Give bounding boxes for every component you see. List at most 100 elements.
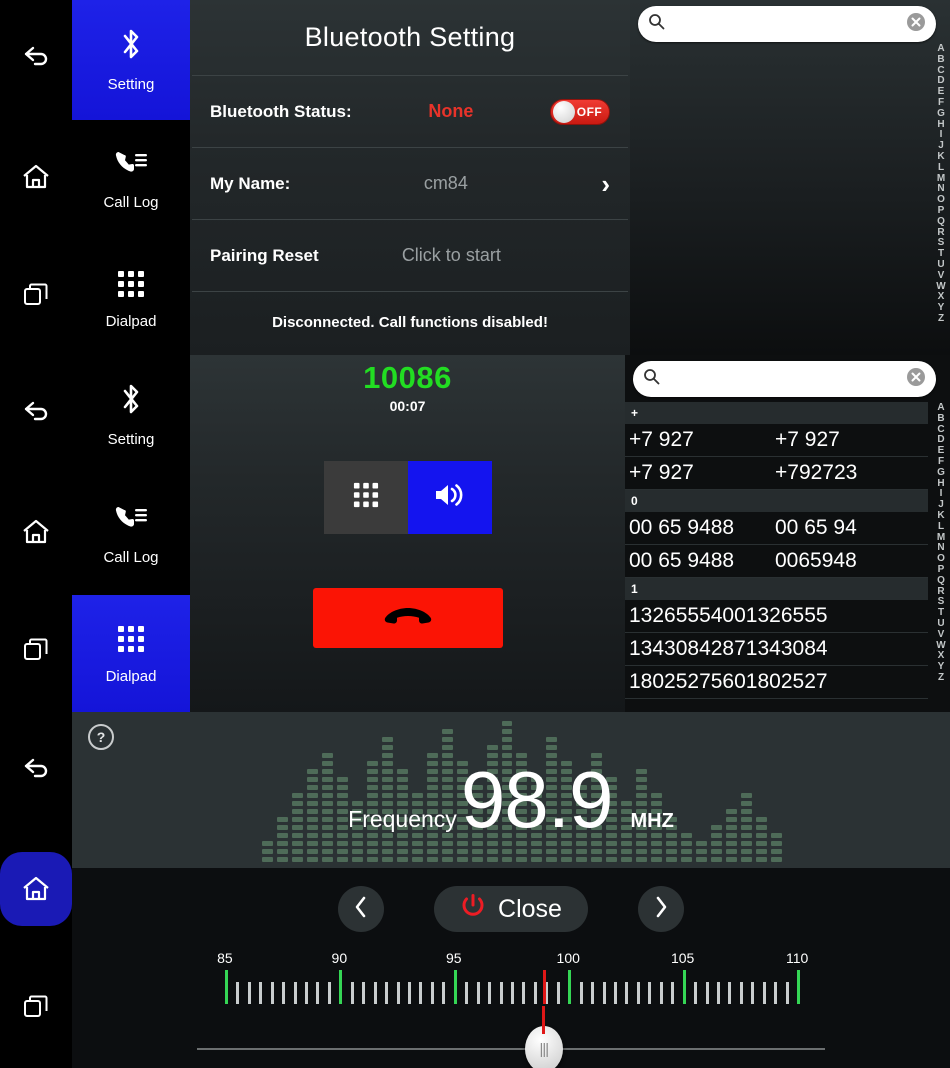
tuner-slider[interactable]: ||| <box>197 1006 825 1068</box>
search-bar[interactable] <box>633 361 936 397</box>
alpha-index-letter[interactable]: V <box>938 629 945 641</box>
equalizer-segment <box>636 841 648 846</box>
page-title: Bluetooth Setting <box>304 22 516 52</box>
contact-row[interactable]: 18025275601802527 <box>625 666 928 699</box>
recents-button[interactable] <box>0 591 72 709</box>
equalizer-segment <box>426 857 438 862</box>
clear-circle-icon[interactable] <box>906 12 926 37</box>
home-button[interactable] <box>0 473 72 591</box>
tab-setting[interactable]: Setting <box>72 0 190 120</box>
scale-minor-tick <box>602 982 606 1004</box>
alpha-index-letter[interactable]: G <box>937 108 945 120</box>
contact-row[interactable]: 00 65 9488 0065948 <box>625 545 928 578</box>
contact-list[interactable]: + +7 927 +7 927 +7 927 +792723 0 00 65 9488 00 … <box>625 402 928 712</box>
close-button[interactable]: Close <box>434 886 588 932</box>
slider-track <box>197 1048 825 1050</box>
alphabet-index-contacts[interactable]: ABCDEFGHIJKLMNOPQRSTUVWXYZ <box>933 402 949 684</box>
tab-call-log[interactable]: Call Log <box>72 120 190 240</box>
chevron-right-icon[interactable]: › <box>601 171 610 197</box>
equalizer-segment <box>441 737 453 742</box>
scale-minor-tick <box>739 982 743 1004</box>
alpha-index-letter[interactable]: Q <box>937 575 945 587</box>
frequency-scale: 85 90 95 100 105 110 <box>202 950 820 1012</box>
tab-dialpad[interactable]: Dialpad <box>72 595 190 715</box>
equalizer-segment <box>606 849 618 854</box>
frequency-display: ? Frequency 98.9 MHZ <box>72 712 950 868</box>
equalizer-segment <box>486 745 498 750</box>
back-button[interactable] <box>0 355 72 473</box>
alphabet-index-top[interactable]: ABCDEFGHIJKLMNOPQRSTUVWXYZ <box>933 43 949 325</box>
tab-dialpad[interactable]: Dialpad <box>72 240 190 360</box>
search-input[interactable] <box>671 16 906 32</box>
call-number: 10086 <box>363 360 452 395</box>
contact-number: +7 927 <box>775 428 840 451</box>
scale-label: 95 <box>445 950 462 966</box>
bluetooth-icon <box>119 27 143 66</box>
scale-minor-tick <box>270 982 274 1004</box>
home-button[interactable] <box>0 118 72 236</box>
tab-call-log[interactable]: Call Log <box>72 475 190 595</box>
scale-label: 100 <box>556 950 580 966</box>
call-tab-column: Setting Call Log Dialpad <box>72 355 190 715</box>
bluetooth-tab-column: Setting Call Log Dialpad <box>72 0 190 355</box>
equalizer-segment <box>770 857 782 862</box>
equalizer-segment <box>291 849 303 854</box>
keypad-button[interactable] <box>323 461 408 534</box>
hang-up-button[interactable] <box>312 588 503 648</box>
equalizer-segment <box>441 729 453 734</box>
clear-circle-icon[interactable] <box>906 367 926 392</box>
radio-button-row: Close <box>72 868 950 932</box>
scale-minor-tick <box>751 982 755 1004</box>
chevron-left-icon <box>352 895 370 924</box>
equalizer-segment <box>696 857 708 862</box>
alpha-index-letter[interactable]: G <box>937 467 945 479</box>
radio-section: ? Frequency 98.9 MHZ Close 85 90 95 100 … <box>0 712 950 1068</box>
scale-major-tick <box>682 970 686 1004</box>
tab-setting[interactable]: Setting <box>72 355 190 475</box>
prev-station-button[interactable] <box>338 886 385 932</box>
equalizer-segment <box>351 849 363 854</box>
alpha-index-letter[interactable]: L <box>938 521 944 533</box>
bluetooth-status-row: Bluetooth Status: None OFF <box>190 76 630 147</box>
home-icon <box>21 163 51 191</box>
back-button[interactable] <box>0 0 72 118</box>
alpha-index-letter[interactable]: Z <box>938 313 944 325</box>
frequency-value: 98.9 <box>460 755 614 844</box>
contact-name: 13265554001326555 <box>629 604 828 627</box>
back-button[interactable] <box>0 712 72 830</box>
equalizer-segment <box>621 849 633 854</box>
speaker-button[interactable] <box>407 461 492 534</box>
contact-row[interactable]: +7 927 +792723 <box>625 457 928 490</box>
alpha-index-letter[interactable]: B <box>937 413 944 425</box>
next-station-button[interactable] <box>637 886 684 932</box>
contact-row[interactable]: 13265554001326555 <box>625 600 928 633</box>
equalizer-segment <box>636 849 648 854</box>
equalizer-segment <box>456 849 468 854</box>
bluetooth-toggle[interactable]: OFF <box>550 98 610 125</box>
pairing-reset-action[interactable]: Click to start <box>319 245 584 266</box>
recents-button[interactable] <box>0 236 72 354</box>
search-input[interactable] <box>666 371 906 387</box>
contact-row[interactable]: 13430842871343084 <box>625 633 928 666</box>
equalizer-segment <box>336 849 348 854</box>
pairing-reset-row[interactable]: Pairing Reset Click to start <box>190 220 630 291</box>
scale-minor-tick <box>396 982 400 1004</box>
scale-minor-tick <box>316 982 320 1004</box>
question-mark-icon[interactable]: ? <box>88 724 114 750</box>
home-icon <box>21 875 51 903</box>
contact-name: 00 65 9488 <box>629 549 735 572</box>
contact-row[interactable]: +7 927 +7 927 <box>625 424 928 457</box>
alpha-index-letter[interactable]: B <box>937 54 944 66</box>
frequency-readout: Frequency 98.9 MHZ <box>72 755 950 844</box>
alpha-index-letter[interactable]: V <box>938 270 945 282</box>
recents-button[interactable] <box>0 948 72 1066</box>
equalizer-segment <box>336 841 348 846</box>
alpha-index-letter[interactable]: Q <box>937 216 945 228</box>
alpha-index-letter[interactable]: Z <box>938 672 944 684</box>
alpha-index-letter[interactable]: L <box>938 162 944 174</box>
my-name-row[interactable]: My Name: cm84 › <box>190 148 630 219</box>
home-button[interactable] <box>0 830 72 948</box>
scale-minor-tick <box>327 982 331 1004</box>
contact-row[interactable]: 00 65 9488 00 65 94 <box>625 512 928 545</box>
search-bar[interactable] <box>638 6 936 42</box>
